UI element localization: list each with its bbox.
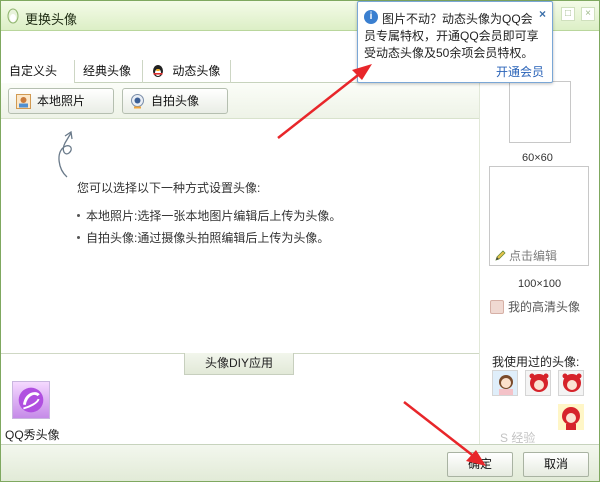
hd-avatar-label: 我的高清头像 [508, 300, 581, 314]
window-controls: □ × [561, 7, 595, 21]
dialog-footer: 确定 取消 [1, 444, 599, 481]
local-photo-label: 本地照片 [37, 94, 86, 108]
open-vip-link[interactable]: 开通会员 [496, 63, 544, 80]
preview-60-label: 60×60 [522, 152, 553, 164]
qq-penguin-icon [7, 8, 19, 24]
hd-avatar-link[interactable]: 我的高清头像 [490, 298, 580, 315]
instruction-item: 自拍头像:通过摄像头拍照编辑后上传为头像。 [77, 229, 329, 246]
webcam-icon [131, 94, 144, 109]
curl-arrow-icon [58, 130, 73, 178]
ok-button[interactable]: 确定 [447, 452, 513, 477]
preview-100-label: 100×100 [518, 278, 562, 290]
used-avatar[interactable] [558, 370, 584, 396]
tab-label: 动态头像 [172, 64, 221, 78]
tooltip-text: 受动态头像及50余项会员特权。 [364, 46, 534, 60]
click-edit-link[interactable]: 点击编辑 [494, 247, 557, 264]
click-edit-label: 点击编辑 [509, 249, 558, 263]
preview-60 [509, 81, 571, 143]
instruction-text: 本地照片:选择一张本地图片编辑后上传为头像。 [86, 209, 342, 223]
cancel-button[interactable]: 取消 [523, 452, 589, 477]
instructions-intro: 您可以选择以下一种方式设置头像: [77, 181, 261, 195]
tooltip-close-icon[interactable]: × [539, 7, 546, 21]
tooltip-text: 员专属特权，开通QQ会员即可享 [364, 29, 539, 43]
bullet-dot [77, 214, 80, 217]
info-icon: i [364, 10, 378, 24]
diy-apps-tab[interactable]: 头像DIY应用 [184, 353, 294, 375]
bullet-dot [77, 236, 80, 239]
window-title: 更换头像 [25, 12, 78, 27]
red-hood-avatar-icon [559, 371, 583, 395]
qqshow-app-icon[interactable] [12, 381, 50, 419]
selfie-label: 自拍头像 [151, 94, 200, 108]
restore-button[interactable]: □ [561, 7, 575, 21]
toolbar: 本地照片 自拍头像 [1, 83, 479, 119]
used-avatar[interactable] [558, 404, 584, 430]
girl-avatar-icon [493, 371, 517, 395]
tooltip-text: 图片不动？动态头像为QQ会 [382, 12, 533, 26]
tab-dynamic-avatar[interactable]: 动态头像 [143, 60, 231, 83]
tab-custom-avatar[interactable]: 自定义头像 [1, 60, 75, 100]
pencil-icon [495, 250, 506, 261]
close-button[interactable]: × [581, 7, 595, 21]
used-avatars-title: 我使用过的头像: [492, 355, 580, 369]
used-avatar[interactable] [492, 370, 518, 396]
instruction-item: 本地照片:选择一张本地图片编辑后上传为头像。 [77, 207, 341, 224]
qqshow-label: QQ秀头像 [5, 428, 60, 442]
tab-label: 经典头像 [83, 64, 132, 78]
diy-apps-section: 头像DIY应用 QQ秀头像 [1, 353, 479, 443]
local-photo-button[interactable]: 本地照片 [8, 88, 114, 114]
vip-tooltip: i 图片不动？动态头像为QQ会 员专属特权，开通QQ会员即可享 受动态头像及50… [357, 1, 553, 83]
red-hood-avatar-icon [558, 404, 584, 430]
hd-avatar-icon [490, 300, 504, 314]
tab-classic-avatar[interactable]: 经典头像 [75, 60, 143, 83]
qq-penguin-icon [153, 65, 163, 77]
person-photo-icon [16, 94, 31, 109]
selfie-button[interactable]: 自拍头像 [122, 88, 228, 114]
instruction-text: 自拍头像:通过摄像头拍照编辑后上传为头像。 [86, 231, 330, 245]
red-hood-avatar-icon [526, 371, 550, 395]
used-avatar[interactable] [525, 370, 551, 396]
